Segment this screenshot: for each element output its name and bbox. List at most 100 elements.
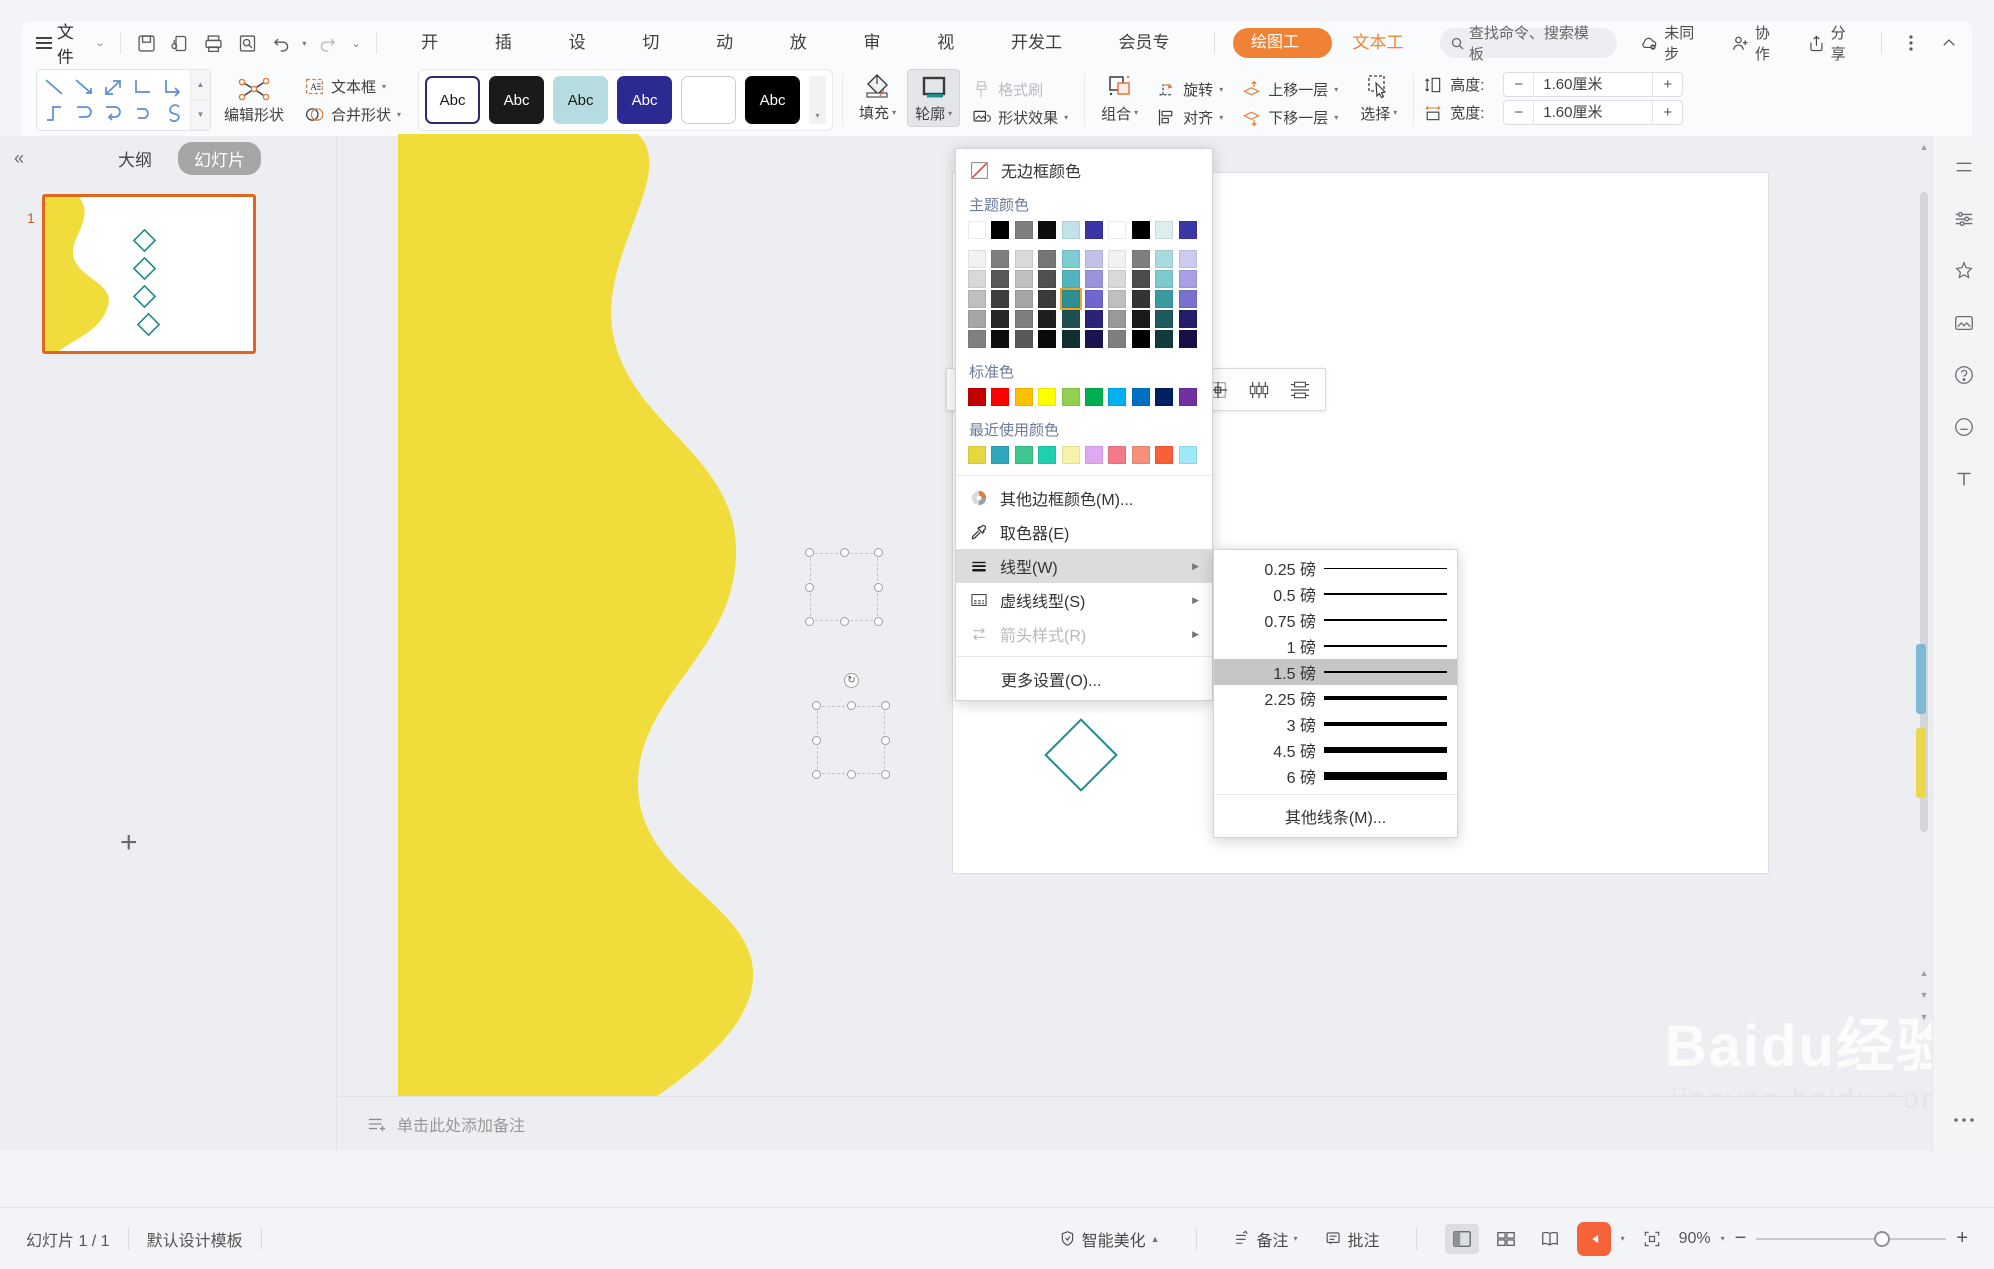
edit-shape-button[interactable]: 编辑形状 xyxy=(217,74,291,127)
chevron-down-icon[interactable]: ▾ xyxy=(1219,113,1223,122)
shape-style-2[interactable]: Abc xyxy=(489,76,544,124)
line-weight-submenu[interactable]: 0.25 磅0.5 磅0.75 磅1 磅1.5 磅2.25 磅3 磅4.5 磅6… xyxy=(1213,549,1458,838)
more-lines-item[interactable]: 其他线条(M)... xyxy=(1214,794,1457,832)
view-normal-button[interactable] xyxy=(1445,1224,1479,1254)
resize-handle-e[interactable] xyxy=(874,583,883,592)
color-swatch[interactable] xyxy=(1132,388,1150,406)
line-weight-option[interactable]: 0.5 磅 xyxy=(1214,581,1457,607)
color-swatch[interactable] xyxy=(1062,250,1080,268)
tab-slides[interactable]: 幻灯片 xyxy=(178,142,261,175)
color-swatch[interactable] xyxy=(1038,290,1056,308)
gallery-scroll-down-icon[interactable]: ▼ xyxy=(191,100,210,130)
color-swatch[interactable] xyxy=(968,330,986,348)
share-button[interactable]: 分享 xyxy=(1798,28,1870,58)
chevron-down-icon[interactable]: ▾ xyxy=(1219,85,1223,94)
chevron-down-icon[interactable]: ▾ xyxy=(1334,85,1338,94)
color-swatch[interactable] xyxy=(1015,446,1033,464)
color-swatch[interactable] xyxy=(968,270,986,288)
rail-help-icon[interactable] xyxy=(1947,358,1981,392)
color-swatch[interactable] xyxy=(991,290,1009,308)
tab-insert[interactable]: 插入 xyxy=(475,26,549,60)
save-as-cloud-icon[interactable] xyxy=(163,28,197,58)
width-value[interactable]: 1.60厘米 xyxy=(1533,100,1653,125)
color-swatch[interactable] xyxy=(991,388,1009,406)
chevron-down-icon[interactable]: ▾ xyxy=(1334,113,1338,122)
color-swatch[interactable] xyxy=(1062,446,1080,464)
color-swatch[interactable] xyxy=(1132,310,1150,328)
height-decrease-button[interactable]: − xyxy=(1504,76,1533,93)
color-swatch[interactable] xyxy=(1108,388,1126,406)
color-swatch[interactable] xyxy=(1062,310,1080,328)
gallery-scroll-buttons[interactable]: ▲ ▼ xyxy=(190,70,210,130)
selection-box-shape-1[interactable] xyxy=(810,553,878,621)
color-swatch[interactable] xyxy=(1179,388,1197,406)
elbow-up-icon[interactable] xyxy=(39,100,69,126)
color-swatch[interactable] xyxy=(968,250,986,268)
tab-review[interactable]: 审阅 xyxy=(844,26,918,60)
color-swatch[interactable] xyxy=(1085,290,1103,308)
color-swatch[interactable] xyxy=(1015,330,1033,348)
color-swatch[interactable] xyxy=(1085,250,1103,268)
color-swatch[interactable] xyxy=(991,250,1009,268)
fill-button[interactable]: 填充 ▾ xyxy=(852,69,903,125)
zoom-in-button[interactable]: + xyxy=(1956,1227,1968,1250)
tab-developer[interactable]: 开发工具 xyxy=(991,26,1098,60)
line-shape-gallery[interactable]: ▲ ▼ xyxy=(36,69,211,131)
rail-image-icon[interactable] xyxy=(1947,306,1981,340)
color-swatch[interactable] xyxy=(1108,330,1126,348)
color-swatch[interactable] xyxy=(991,310,1009,328)
color-swatch[interactable] xyxy=(1132,290,1150,308)
sync-status-button[interactable]: 未同步 xyxy=(1631,28,1718,58)
width-increase-button[interactable]: + xyxy=(1653,104,1682,121)
rail-design-idea-icon[interactable] xyxy=(1947,254,1981,288)
collapse-ribbon-icon[interactable] xyxy=(1932,28,1966,58)
shape-style-gallery[interactable]: Abc Abc Abc Abc Abc ▾ xyxy=(418,69,833,131)
tab-view[interactable]: 视图 xyxy=(917,26,991,60)
distribute-horizontal-icon[interactable] xyxy=(1240,373,1278,407)
elbow-connector-icon[interactable] xyxy=(128,74,158,100)
distribute-vertical-icon[interactable] xyxy=(1281,373,1319,407)
no-outline-color-item[interactable]: 无边框颜色 xyxy=(956,153,1212,187)
curve-icon[interactable] xyxy=(69,100,99,126)
slideshow-dropdown-icon[interactable]: ▾ xyxy=(1621,1234,1625,1243)
shape-style-4[interactable]: Abc xyxy=(617,76,672,124)
tab-slideshow[interactable]: 放映 xyxy=(770,26,844,60)
curve-arrow-icon[interactable] xyxy=(99,100,129,126)
color-swatch[interactable] xyxy=(1132,221,1150,239)
color-swatch[interactable] xyxy=(968,310,986,328)
text-box-button[interactable]: A 文本框 ▾ xyxy=(297,73,408,100)
color-swatch[interactable] xyxy=(968,221,986,239)
color-swatch[interactable] xyxy=(991,270,1009,288)
line-weight-option[interactable]: 0.25 磅 xyxy=(1214,555,1457,581)
zoom-slider-knob[interactable] xyxy=(1874,1231,1890,1247)
more-options-icon[interactable] xyxy=(1894,28,1928,58)
align-button[interactable]: 对齐 ▾ xyxy=(1149,104,1230,131)
color-swatch[interactable] xyxy=(1108,221,1126,239)
line-weight-option[interactable]: 1.5 磅 xyxy=(1214,659,1457,685)
resize-handle-n[interactable] xyxy=(847,701,856,710)
color-swatch[interactable] xyxy=(1085,388,1103,406)
color-swatch[interactable] xyxy=(968,388,986,406)
theme-colors-variants[interactable] xyxy=(956,245,1212,354)
color-swatch[interactable] xyxy=(1015,221,1033,239)
line-diagonal-icon[interactable] xyxy=(39,74,69,100)
more-settings-item[interactable]: 更多设置(O)... xyxy=(956,662,1212,696)
color-swatch[interactable] xyxy=(1038,446,1056,464)
color-swatch[interactable] xyxy=(968,446,986,464)
color-swatch[interactable] xyxy=(1038,250,1056,268)
comment-button[interactable]: 批注 xyxy=(1316,1223,1388,1255)
template-label[interactable]: 默认设计模板 xyxy=(147,1227,243,1251)
resize-handle-w[interactable] xyxy=(812,736,821,745)
chevron-down-icon[interactable]: ▾ xyxy=(1393,108,1397,117)
fit-to-window-button[interactable] xyxy=(1635,1224,1669,1254)
undo-dropdown-icon[interactable]: ▾ xyxy=(298,28,310,58)
resize-handle-w[interactable] xyxy=(805,583,814,592)
color-swatch[interactable] xyxy=(991,330,1009,348)
color-swatch[interactable] xyxy=(1038,330,1056,348)
collapse-panel-icon[interactable]: « xyxy=(14,148,24,169)
color-swatch[interactable] xyxy=(1155,446,1173,464)
line-weight-list[interactable]: 0.25 磅0.5 磅0.75 磅1 磅1.5 磅2.25 磅3 磅4.5 磅6… xyxy=(1214,555,1457,789)
color-swatch[interactable] xyxy=(1015,290,1033,308)
line-weight-option[interactable]: 2.25 磅 xyxy=(1214,685,1457,711)
color-swatch[interactable] xyxy=(1132,330,1150,348)
